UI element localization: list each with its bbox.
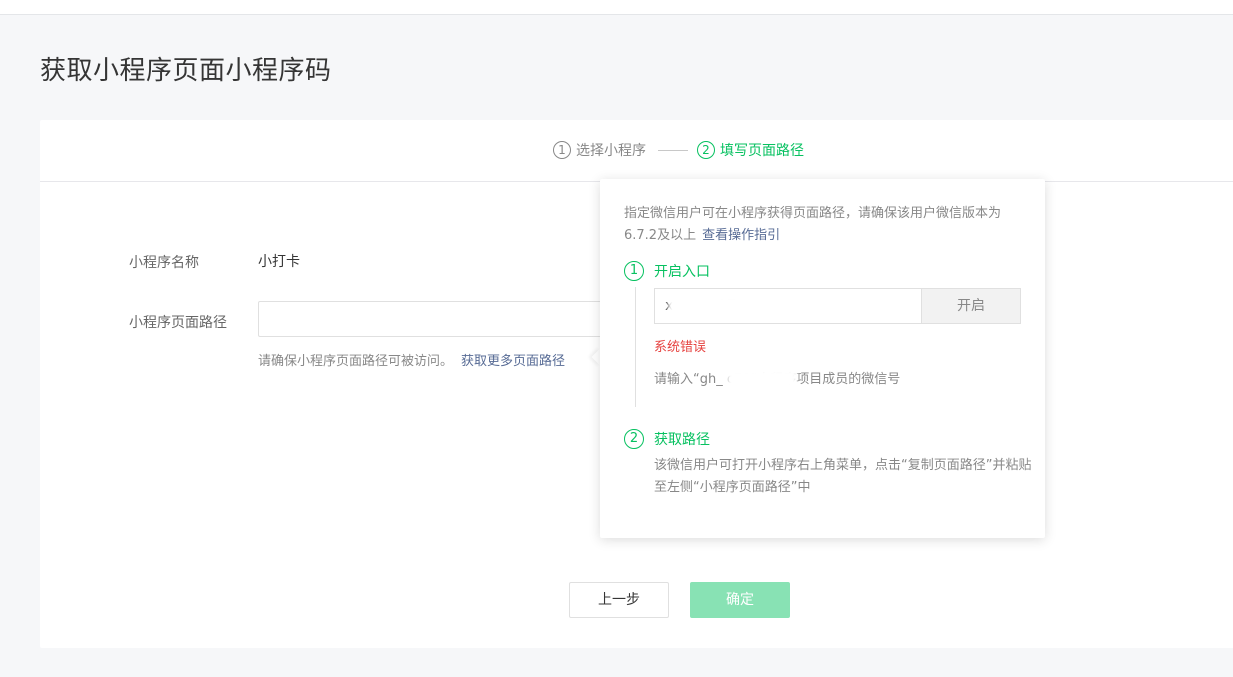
error-message: 系统错误 xyxy=(654,340,707,355)
step-2-label: 填写页面路径 xyxy=(720,143,804,159)
get-more-paths-link[interactable]: 获取更多页面路径 xyxy=(461,354,565,369)
step-connector xyxy=(658,150,688,151)
confirm-button[interactable]: 确定 xyxy=(690,582,790,618)
popover-step-1-title: 开启入口 xyxy=(654,264,710,280)
popover-step-open-entry: 1 开启入口 xyxy=(624,261,710,281)
popover-step-2-number: 2 xyxy=(624,429,644,449)
popover-step-2-description: 该微信用户可打开小程序右上角菜单，点击“复制页面路径”并粘贴至左侧“小程序页面路… xyxy=(654,458,1032,495)
popover-description: 指定微信用户可在小程序获得页面路径，请确保该用户微信版本为6.7.2及以上 查看操… xyxy=(624,203,1024,247)
popover-step-connector xyxy=(635,287,636,407)
popover-step-get-path: 2 获取路径 xyxy=(624,429,710,449)
step-1-number: 1 xyxy=(553,141,571,159)
prev-step-button[interactable]: 上一步 xyxy=(569,582,669,618)
view-guide-link[interactable]: 查看操作指引 xyxy=(702,228,780,243)
page-path-input[interactable] xyxy=(258,301,618,337)
step-select-miniprogram: 1 选择小程序 xyxy=(553,140,646,160)
open-entry-button[interactable]: 开启 xyxy=(921,288,1021,324)
miniprogram-name-label: 小程序名称 xyxy=(129,255,199,271)
top-bar xyxy=(0,0,1233,15)
step-fill-path: 2 填写页面路径 xyxy=(697,140,804,160)
redaction-blur xyxy=(727,369,797,389)
popover-description-text: 指定微信用户可在小程序获得页面路径，请确保该用户微信版本为6.7.2及以上 xyxy=(624,206,1002,243)
popover-step-2-title: 获取路径 xyxy=(654,432,710,448)
popover-step-1-number: 1 xyxy=(624,261,644,281)
page-title: 获取小程序页面小程序码 xyxy=(40,56,332,86)
path-guide-popover: 指定微信用户可在小程序获得页面路径，请确保该用户微信版本为6.7.2及以上 查看操… xyxy=(600,179,1045,538)
page-path-label: 小程序页面路径 xyxy=(129,315,227,331)
page-path-tip: 请确保小程序页面路径可被访问。 获取更多页面路径 xyxy=(258,350,565,369)
page-path-tip-text: 请确保小程序页面路径可被访问。 xyxy=(258,354,454,369)
step-2-number: 2 xyxy=(697,141,715,159)
miniprogram-name-value: 小打卡 xyxy=(258,254,300,270)
redaction-blur xyxy=(668,295,740,317)
step-1-label: 选择小程序 xyxy=(576,143,646,159)
step-indicator: 1 选择小程序 2 填写页面路径 xyxy=(40,120,1233,182)
